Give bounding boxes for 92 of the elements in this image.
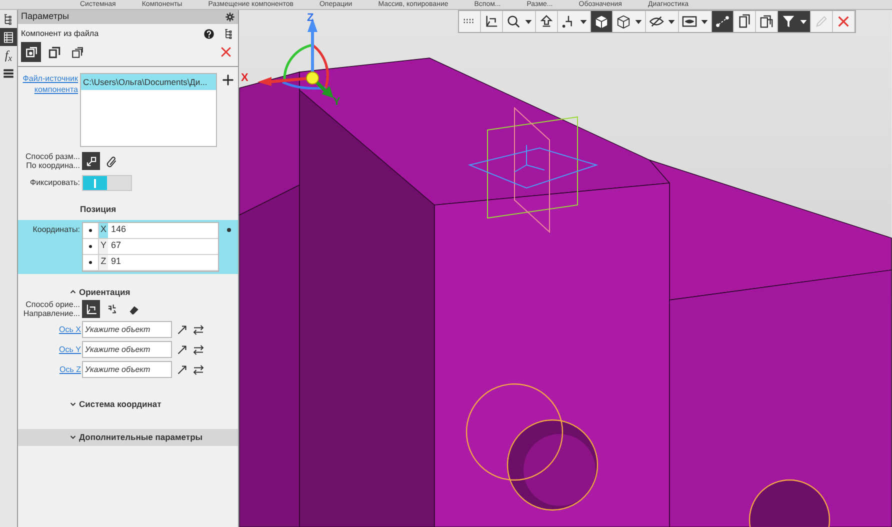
axis-label: X [98, 222, 108, 238]
vectors-icon [106, 302, 118, 316]
pencil-icon [814, 14, 829, 29]
chevron-down-icon [70, 402, 76, 408]
chevron-down-icon [70, 435, 76, 440]
cube-icon [594, 14, 609, 29]
bullet-icon [227, 228, 231, 232]
formula-tab[interactable]: f$_{x}$ [0, 46, 17, 64]
field-label: Способ орие... [26, 300, 80, 310]
table-tab[interactable] [0, 28, 17, 46]
close-button[interactable] [219, 45, 233, 59]
field-label: По координа... [26, 161, 80, 170]
axis-link[interactable]: Ось Z [60, 364, 81, 376]
wireframe-cube-icon [616, 14, 631, 29]
field-label: Направление... [23, 309, 80, 318]
arrow-icon [176, 344, 188, 356]
coordinate-icon [84, 154, 98, 168]
section-heading: Позиция [80, 204, 116, 214]
axis-label: Y [98, 238, 108, 254]
source-file-item[interactable]: C:\Users\Ольга\Documents\Ди... [81, 74, 216, 90]
swap-icon [192, 324, 205, 336]
bullet-icon [89, 244, 92, 248]
layers-icon [70, 46, 84, 58]
chevron-up-icon [70, 289, 76, 294]
documents-icon [759, 14, 774, 29]
component-button[interactable] [21, 42, 41, 62]
caret-icon [580, 20, 587, 24]
axes-icon [484, 14, 499, 29]
help-icon [203, 28, 215, 40]
filter-tool[interactable] [778, 11, 811, 32]
caret-icon [800, 20, 807, 24]
swap-icon [192, 344, 205, 356]
coordinate-field[interactable]: 67 [108, 239, 122, 253]
add-button[interactable] [221, 73, 235, 87]
bullet-icon [89, 228, 92, 232]
object-field[interactable]: Укажите объект [82, 361, 172, 378]
direction-button[interactable] [176, 344, 188, 356]
connector-icon [715, 14, 730, 29]
cube-tool[interactable] [591, 11, 613, 32]
panel-subtitle: Компонент из файла [21, 28, 99, 40]
settings-icon [225, 12, 235, 22]
help-button[interactable] [203, 28, 215, 40]
connector-tool[interactable] [712, 11, 734, 32]
field-label: Фиксировать: [29, 177, 81, 189]
direction-button[interactable] [176, 324, 188, 336]
zoom-icon [506, 14, 521, 29]
axis-label: X [241, 71, 248, 86]
field-label: Координаты: [32, 224, 81, 236]
axis-link[interactable]: Ось Y [59, 344, 81, 356]
eye-slash-icon [649, 14, 664, 29]
filter-icon [781, 14, 796, 29]
caret-icon [525, 20, 532, 24]
component-icon [24, 46, 38, 58]
bullet-icon [89, 260, 92, 264]
arrow-icon [176, 324, 188, 336]
field-label: Способ разм... [25, 152, 80, 161]
sheet-icon [48, 46, 60, 58]
source-file-link[interactable]: Файл-источник компонента [20, 73, 80, 147]
menu-icon [2, 66, 15, 80]
section-toggle[interactable]: Система координат [70, 398, 162, 411]
documents-icon [737, 14, 752, 29]
reverse-button[interactable] [192, 364, 205, 376]
axis-link[interactable]: Ось X [59, 324, 81, 336]
table-icon [2, 30, 15, 44]
section-toggle[interactable]: Ориентация [70, 286, 130, 298]
caret-icon [635, 20, 642, 24]
close-icon [836, 14, 851, 29]
eye-icon [682, 14, 697, 29]
axis-label: Y [333, 95, 340, 110]
axis-label: Z [98, 254, 108, 270]
axes-button[interactable] [82, 300, 100, 318]
reverse-button[interactable] [192, 344, 205, 356]
settings-button[interactable] [225, 12, 235, 22]
arrow-up-icon [539, 14, 554, 29]
plus-icon [221, 73, 235, 87]
reverse-button[interactable] [192, 324, 205, 336]
axes-icon [84, 302, 98, 316]
close-icon [219, 45, 233, 59]
direction-button[interactable] [176, 364, 188, 376]
axis-label: Z [307, 11, 314, 26]
coordinate-button[interactable] [82, 152, 100, 170]
panel-title: Параметры [21, 10, 69, 24]
object-field[interactable]: Укажите объект [82, 341, 172, 358]
coordinate-field[interactable]: 91 [108, 255, 122, 269]
caret-icon [668, 20, 675, 24]
coordinate-field[interactable]: 146 [108, 223, 126, 237]
object-field[interactable]: Укажите объект [82, 321, 172, 338]
caret-icon [701, 20, 708, 24]
swap-icon [192, 364, 205, 376]
paperclip-icon [106, 154, 118, 168]
toggle-switch[interactable] [82, 175, 132, 191]
arrow-icon [176, 364, 188, 376]
